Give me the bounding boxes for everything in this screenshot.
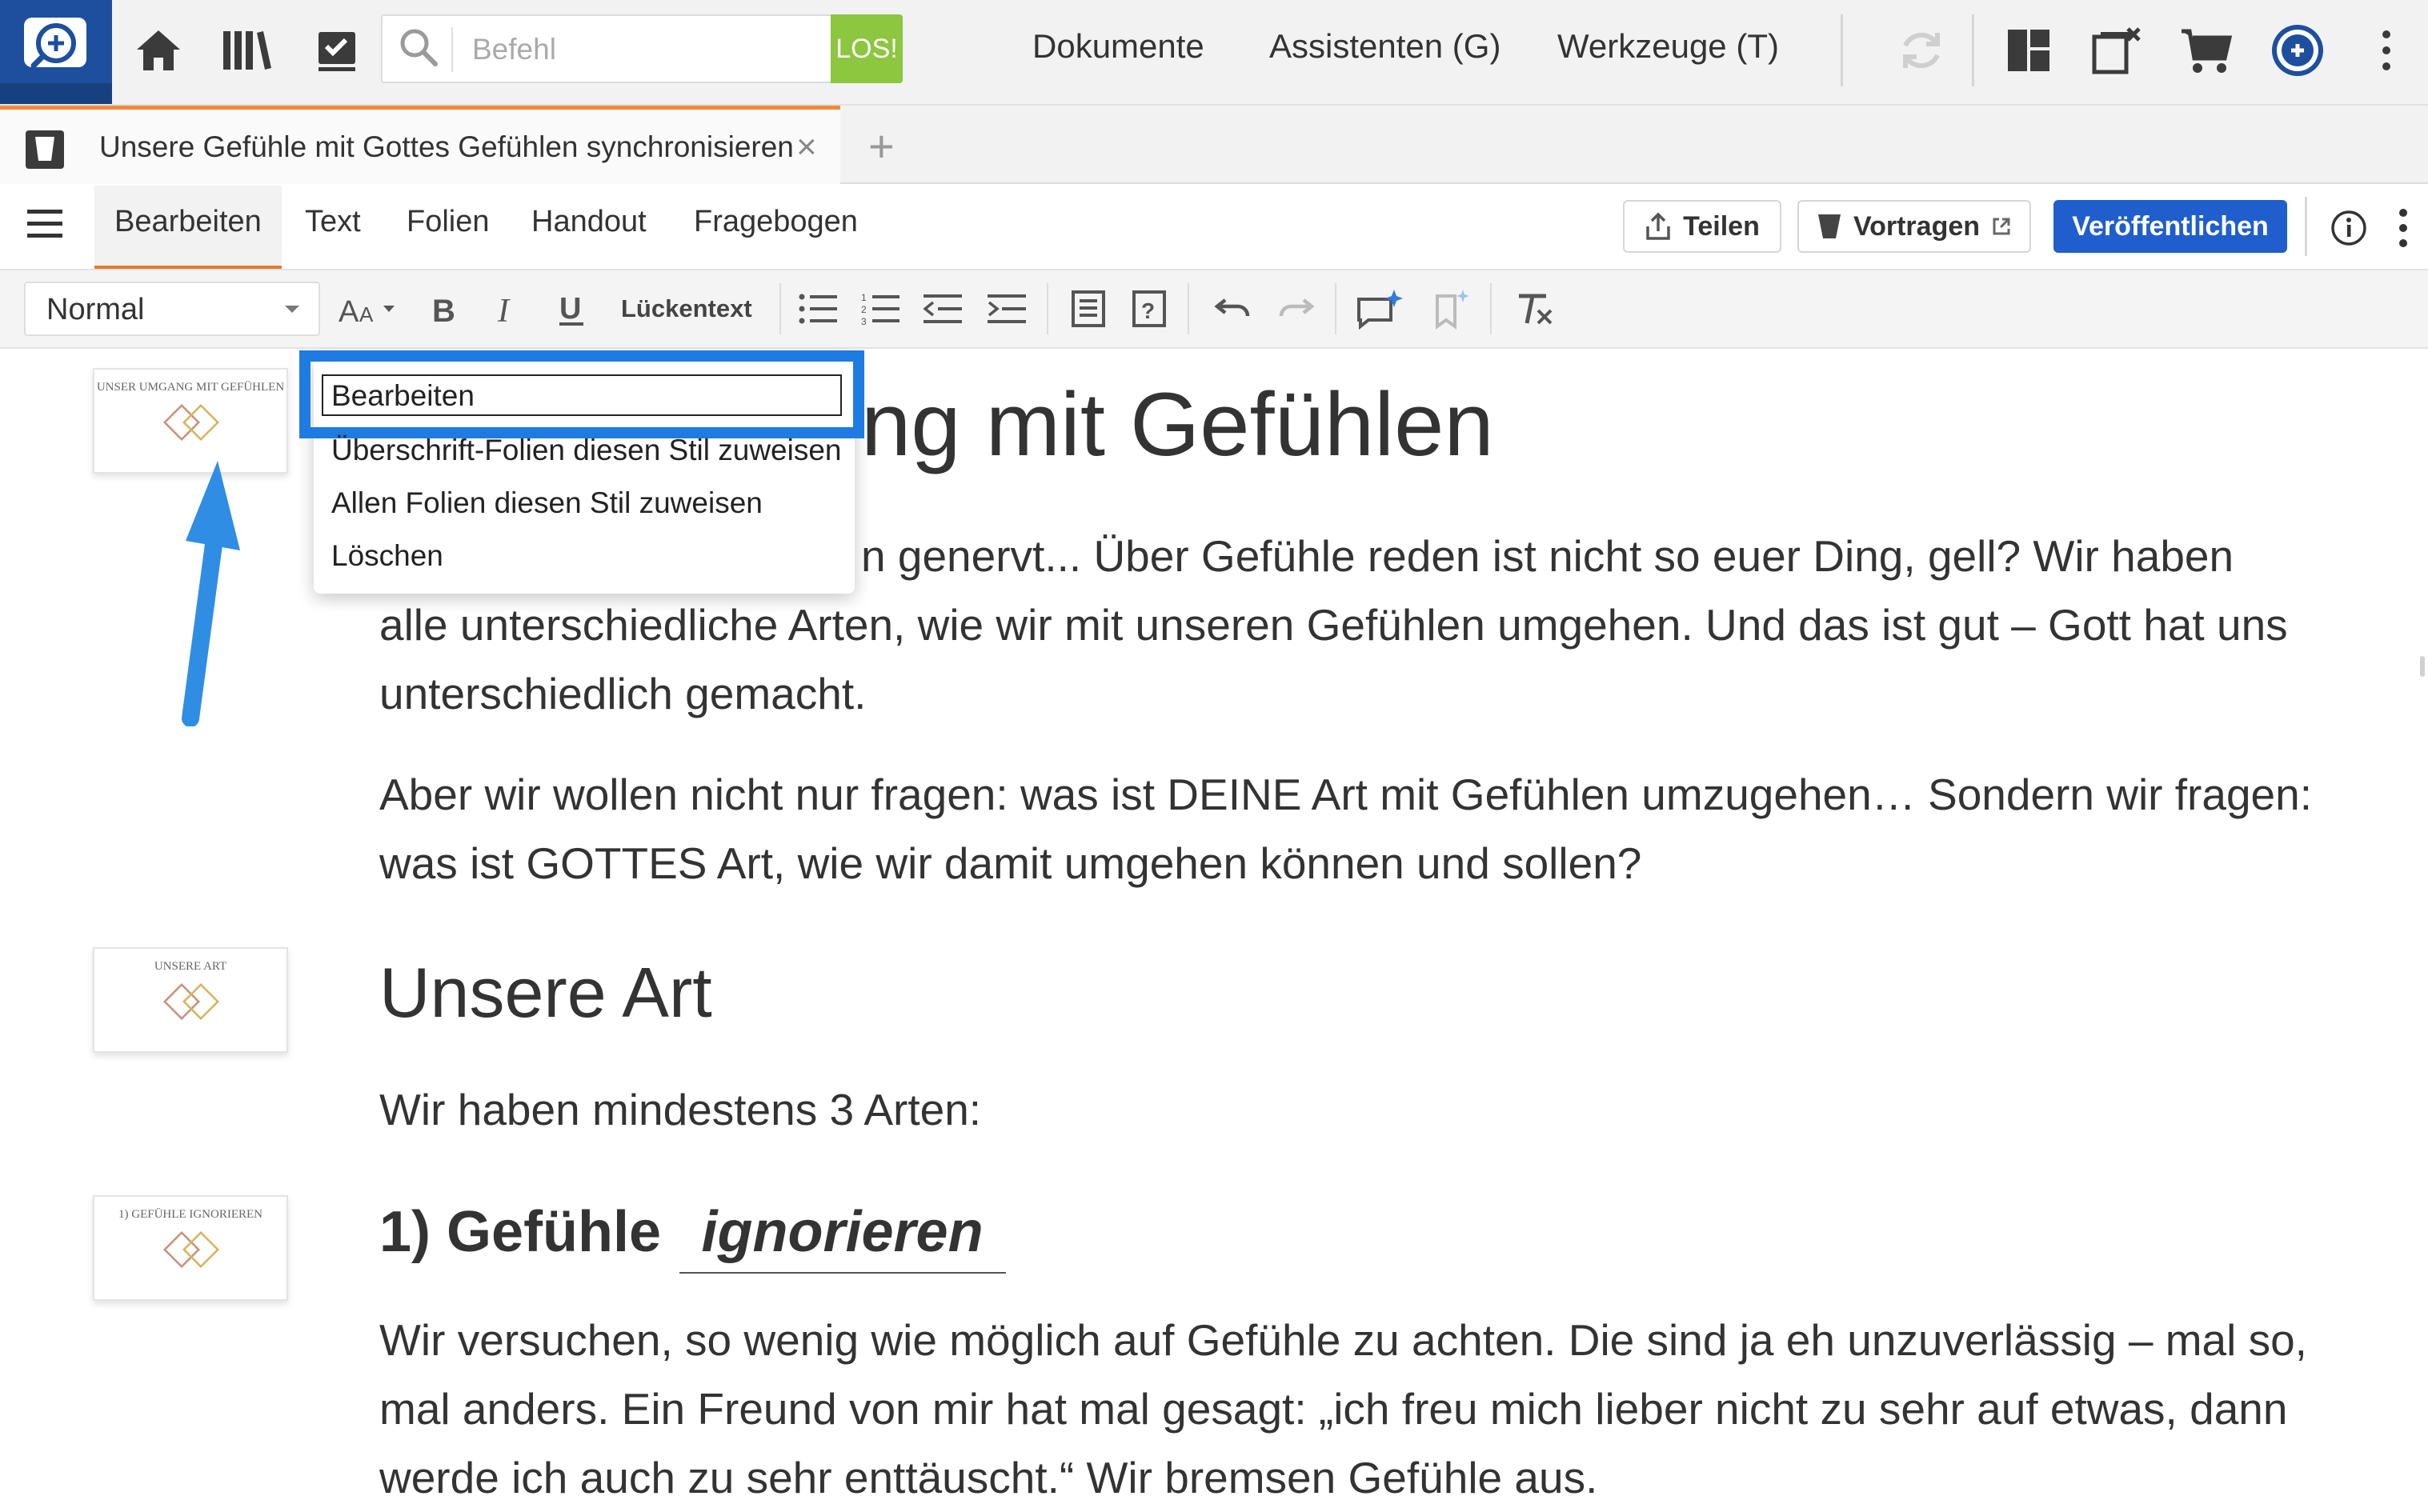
font-size-icon[interactable]: AA <box>336 285 400 333</box>
add-bookmark-sparkle-icon[interactable] <box>1428 285 1476 333</box>
go-button[interactable]: LOS! <box>831 14 903 83</box>
pulpit-icon <box>1817 214 1841 238</box>
paragraph-style-select[interactable]: Normal <box>24 282 320 336</box>
add-slide-comment-icon[interactable] <box>1356 285 1404 333</box>
bold-icon[interactable]: B <box>421 285 469 333</box>
slide-thumbnail-title: 1) GEFÜHLE IGNORIEREN <box>118 1208 262 1221</box>
svg-text:A: A <box>359 302 374 326</box>
present-button[interactable]: Vortragen <box>1797 200 2031 253</box>
layout-icon[interactable] <box>2001 22 2057 78</box>
numbered-list-icon[interactable]: 123 <box>856 285 904 333</box>
app-logo[interactable] <box>0 0 112 104</box>
tab-slides[interactable]: Folien <box>407 205 490 239</box>
svg-text:3: 3 <box>861 316 867 326</box>
svg-text:U: U <box>559 292 581 326</box>
paragraph-4[interactable]: Wir versuchen, so wenig wie möglich auf … <box>379 1306 2356 1512</box>
outdent-icon[interactable] <box>919 285 967 333</box>
logos-search-icon <box>24 18 86 69</box>
sync-icon[interactable] <box>1893 22 1949 78</box>
slide-thumbnail-title: UNSER UMGANG MIT GEFÜHLEN <box>96 381 285 394</box>
svg-text:2: 2 <box>861 304 867 315</box>
library-icon[interactable] <box>219 22 275 78</box>
menu-tools[interactable]: Werkzeuge (T) <box>1557 27 1779 66</box>
home-icon[interactable] <box>130 22 186 78</box>
share-icon <box>1646 212 1670 240</box>
heading-3-prefix: 1) Gefühle <box>379 1200 662 1264</box>
slide-diamond-logo <box>163 1231 219 1268</box>
tab-questionnaire[interactable]: Fragebogen <box>694 205 858 239</box>
menu-documents[interactable]: Dokumente <box>1032 27 1204 66</box>
cart-icon[interactable] <box>2178 22 2234 78</box>
italic-icon[interactable]: I <box>483 285 531 333</box>
more-options-icon[interactable] <box>2398 208 2409 248</box>
new-tab-icon[interactable]: + <box>868 120 895 172</box>
context-menu-item-delete[interactable]: Löschen <box>331 539 443 573</box>
share-button[interactable]: Teilen <box>1623 200 1781 253</box>
format-toolbar: Normal AA B I U Lückentext 123 ? <box>0 270 2428 349</box>
chevron-down-icon <box>285 306 299 313</box>
tab-edit[interactable]: Bearbeiten <box>114 205 262 239</box>
close-panels-icon[interactable] <box>2089 22 2145 78</box>
document-tab[interactable]: Unsere Gefühle mit Gottes Gefühlen synch… <box>0 106 840 184</box>
menu-assistants[interactable]: Assistenten (G) <box>1269 27 1500 66</box>
context-menu-item-apply-all-slides[interactable]: Allen Folien diesen Stil zuweisen <box>331 486 763 520</box>
slide-thumbnail[interactable]: UNSERE ART <box>93 947 288 1053</box>
tab-handout[interactable]: Handout <box>531 205 647 239</box>
more-vertical-icon[interactable] <box>2362 22 2410 78</box>
svg-text:1: 1 <box>861 292 867 303</box>
close-tab-icon[interactable]: × <box>796 127 817 167</box>
sermon-doc-icon <box>26 130 64 169</box>
document-tab-title: Unsere Gefühle mit Gottes Gefühlen synch… <box>99 130 794 163</box>
command-box: LOS! <box>381 14 903 83</box>
paragraph-style-value: Normal <box>46 293 145 326</box>
text-box-icon[interactable] <box>1064 285 1112 333</box>
svg-text:I: I <box>497 293 511 326</box>
context-menu-item-apply-heading-slides[interactable]: Überschrift-Folien diesen Stil zuweisen <box>331 434 842 467</box>
paragraph-2[interactable]: Aber wir wollen nicht nur fragen: was is… <box>379 760 2356 898</box>
svg-text:?: ? <box>1141 298 1155 323</box>
slide-thumbnail[interactable]: 1) GEFÜHLE IGNORIEREN <box>93 1195 288 1301</box>
account-icon[interactable] <box>2270 22 2326 78</box>
svg-text:A: A <box>339 295 359 326</box>
clear-formatting-icon[interactable] <box>1511 285 1559 333</box>
checklist-icon[interactable] <box>309 22 365 78</box>
section-heading-3[interactable]: 1) Gefühle ignorieren <box>379 1192 1006 1274</box>
slide-diamond-logo <box>163 983 219 1020</box>
section-heading-1[interactable]: ng mit Gefühlen <box>861 373 1494 477</box>
undo-icon[interactable] <box>1208 285 1256 333</box>
annotation-arrow-icon <box>182 461 240 726</box>
cloze-text-button[interactable]: Lückentext <box>621 294 752 323</box>
document-menu-bar: Bearbeiten Text Folien Handout Frageboge… <box>0 184 2428 270</box>
paragraph-3[interactable]: Wir haben mindestens 3 Arten: <box>379 1075 2356 1144</box>
slide-thumbnail-title: UNSERE ART <box>154 960 227 973</box>
svg-text:B: B <box>432 294 455 326</box>
scrollbar-thumb[interactable] <box>2420 656 2425 677</box>
cloze-blank[interactable]: ignorieren <box>679 1192 1006 1274</box>
redo-icon[interactable] <box>1272 285 1320 333</box>
underline-icon[interactable]: U <box>547 285 595 333</box>
context-menu-item-edit[interactable]: Bearbeiten <box>331 379 475 413</box>
present-label: Vortragen <box>1853 210 1981 242</box>
paragraph-1-rest[interactable]: alle unterschiedliche Arten, wie wir mit… <box>379 590 2356 728</box>
indent-icon[interactable] <box>983 285 1031 333</box>
share-label: Teilen <box>1683 210 1760 242</box>
section-heading-2[interactable]: Unsere Art <box>379 949 712 1037</box>
external-link-icon <box>1993 218 2010 235</box>
hamburger-menu-icon[interactable] <box>27 208 62 240</box>
bullet-list-icon[interactable] <box>794 285 842 333</box>
search-icon <box>400 29 438 66</box>
slide-diamond-logo <box>163 404 219 441</box>
info-icon[interactable] <box>2330 210 2367 246</box>
command-input[interactable] <box>471 24 794 75</box>
tab-text[interactable]: Text <box>305 205 361 239</box>
publish-button[interactable]: Veröffentlichen <box>2053 200 2287 253</box>
question-box-icon[interactable]: ? <box>1125 285 1173 333</box>
paragraph-1-line-1[interactable]: n genervt... Über Gefühle reden ist nich… <box>861 522 2234 590</box>
